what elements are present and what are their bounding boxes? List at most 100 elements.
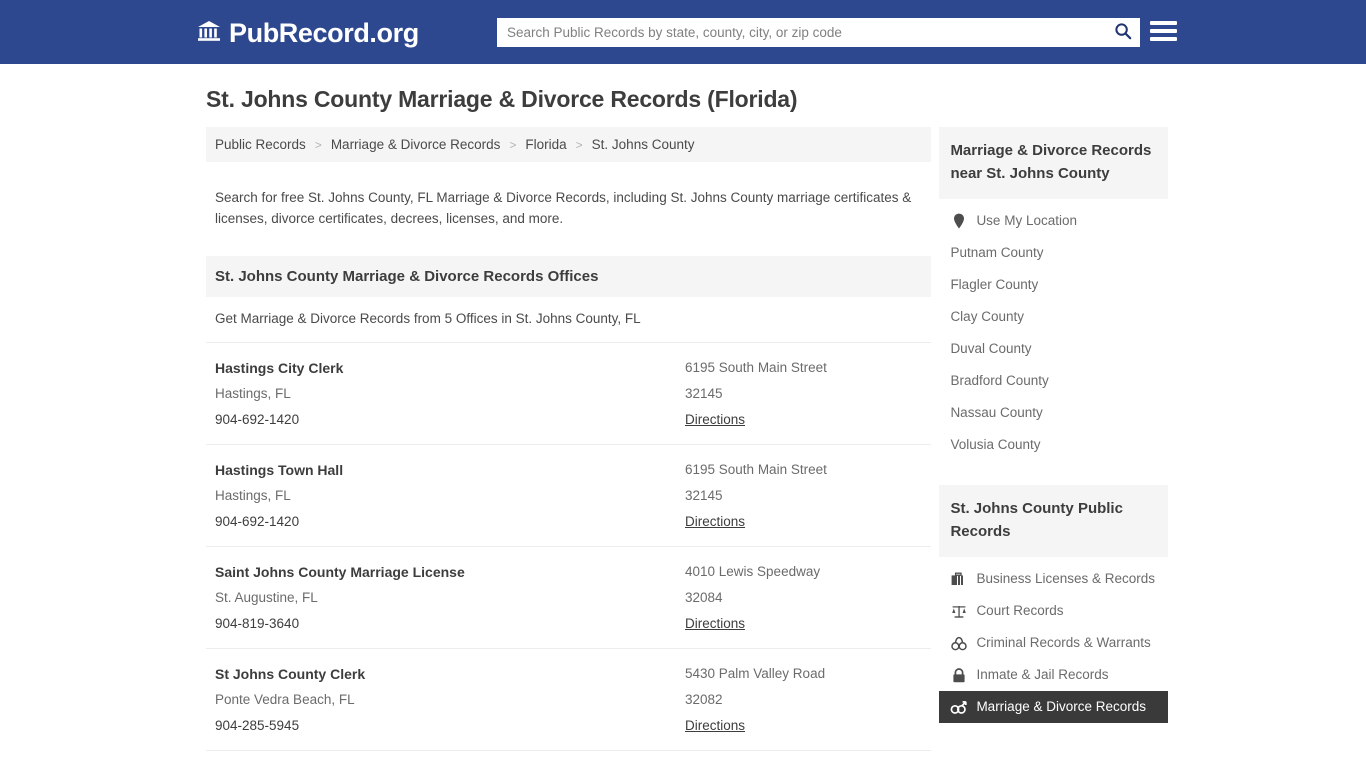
sidebar-item-label: Use My Location [976,213,1077,228]
office-name: St Johns County Clerk of Court [215,763,685,768]
office-info: Saint Johns County Marriage License St. … [215,559,685,637]
sidebar-item-volusia-county[interactable]: Volusia County [939,429,1168,461]
sidebar-item-bradford-county[interactable]: Bradford County [939,365,1168,397]
office-info: St Johns County Clerk of Court St. Augus… [215,763,685,768]
office-info: Hastings Town Hall Hastings, FL 904-692-… [215,457,685,535]
sidebar-public-records-list: Business Licenses & Records Court Record… [939,557,1168,731]
office-info: St Johns County Clerk Ponte Vedra Beach,… [215,661,685,739]
sidebar-item-inmate-jail-records[interactable]: Inmate & Jail Records [939,659,1168,691]
office-street: 6195 South Main Street [685,360,827,375]
handcuffs-icon [950,635,967,652]
sidebar-item-label: Bradford County [950,373,1049,388]
sidebar-item-use-my-location[interactable]: Use My Location [939,205,1168,237]
site-logo[interactable]: PubRecord.org [196,18,419,49]
sidebar: Marriage & Divorce Records near St. John… [939,127,1168,731]
search-input[interactable] [497,19,1106,46]
office-info: Hastings City Clerk Hastings, FL 904-692… [215,355,685,433]
directions-link[interactable]: Directions [685,611,745,637]
offices-section-subheading: Get Marriage & Divorce Records from 5 Of… [215,311,641,326]
breadcrumb-separator: > [314,137,322,152]
breadcrumb-item-st-johns-county[interactable]: St. Johns County [592,137,695,152]
sidebar-nearby-heading: Marriage & Divorce Records near St. John… [939,127,1168,199]
office-city: Ponte Vedra Beach, FL [215,692,355,707]
sidebar-nearby-list: Use My Location Putnam County Flagler Co… [939,199,1168,469]
bank-building-icon [196,18,222,49]
office-street: 6195 South Main Street [685,462,827,477]
office-zip: 32145 [685,386,723,401]
sidebar-item-nassau-county[interactable]: Nassau County [939,397,1168,429]
office-phone[interactable]: 904-692-1420 [215,509,685,535]
sidebar-item-clay-county[interactable]: Clay County [939,301,1168,333]
sidebar-item-label: Clay County [950,309,1024,324]
office-row: St Johns County Clerk Ponte Vedra Beach,… [206,648,932,750]
sidebar-item-criminal-records[interactable]: Criminal Records & Warrants [939,627,1168,659]
directions-link[interactable]: Directions [685,713,745,739]
site-header: PubRecord.org [0,0,1366,64]
office-zip: 32082 [685,692,723,707]
office-row: Hastings City Clerk Hastings, FL 904-692… [206,342,932,444]
search-button[interactable] [1106,18,1140,47]
sidebar-item-label: Nassau County [950,405,1043,420]
office-address: 4010 Lewis Speedway 32084 Directions [685,763,922,768]
office-zip: 32145 [685,488,723,503]
sidebar-item-label: Duval County [950,341,1032,356]
map-pin-icon [950,213,967,230]
office-row: Saint Johns County Marriage License St. … [206,546,932,648]
sidebar-public-records-heading: St. Johns County Public Records [939,485,1168,557]
office-phone[interactable]: 904-692-1420 [215,407,685,433]
breadcrumb-separator: > [509,137,517,152]
lock-icon [950,667,967,684]
scales-icon [950,603,967,620]
search-icon [1114,22,1132,43]
intro-description: Search for free St. Johns County, FL Mar… [215,189,912,226]
office-city: Hastings, FL [215,386,291,401]
office-row: Hastings Town Hall Hastings, FL 904-692-… [206,444,932,546]
office-phone[interactable]: 904-285-5945 [215,713,685,739]
breadcrumb: Public Records > Marriage & Divorce Reco… [206,127,932,162]
sidebar-item-label: Flagler County [950,277,1039,292]
page-body: St. Johns County Marriage & Divorce Reco… [0,64,1366,768]
sidebar-item-label: Business Licenses & Records [976,571,1156,586]
search-bar [497,18,1140,47]
office-phone[interactable]: 904-819-3640 [215,611,685,637]
sidebar-item-label: Volusia County [950,437,1041,452]
office-street: 4010 Lewis Speedway [685,763,922,768]
site-logo-text: PubRecord.org [229,18,419,48]
office-zip: 32084 [685,590,723,605]
sidebar-item-putnam-county[interactable]: Putnam County [939,237,1168,269]
office-city: St. Augustine, FL [215,590,318,605]
sidebar-item-duval-county[interactable]: Duval County [939,333,1168,365]
breadcrumb-item-florida[interactable]: Florida [525,137,566,152]
gender-symbols-icon [950,699,968,716]
main-content: Public Records > Marriage & Divorce Reco… [206,127,932,768]
breadcrumb-item-public-records[interactable]: Public Records [215,137,306,152]
hamburger-menu-icon[interactable] [1150,19,1177,43]
directions-link[interactable]: Directions [685,509,745,535]
briefcase-icon [950,571,967,588]
office-row: St Johns County Clerk of Court St. Augus… [206,750,932,768]
sidebar-item-label: Putnam County [950,245,1044,260]
sidebar-item-label: Criminal Records & Warrants [976,635,1151,650]
office-address: 5430 Palm Valley Road 32082 Directions [685,661,922,739]
sidebar-item-label: Court Records [976,603,1064,618]
sidebar-item-marriage-divorce-records[interactable]: Marriage & Divorce Records [939,691,1168,723]
breadcrumb-separator: > [575,137,583,152]
page-title: St. Johns County Marriage & Divorce Reco… [206,86,798,112]
office-street: 4010 Lewis Speedway [685,564,821,579]
office-street: 5430 Palm Valley Road [685,666,826,681]
sidebar-item-label: Marriage & Divorce Records [976,699,1146,714]
sidebar-item-business-licenses[interactable]: Business Licenses & Records [939,563,1168,595]
sidebar-item-label: Inmate & Jail Records [976,667,1109,682]
office-name: Hastings Town Hall [215,462,344,478]
sidebar-item-court-records[interactable]: Court Records [939,595,1168,627]
office-name: St Johns County Clerk [215,666,366,682]
office-address: 6195 South Main Street 32145 Directions [685,457,922,535]
office-name: Saint Johns County Marriage License [215,564,465,580]
offices-section-heading: St. Johns County Marriage & Divorce Reco… [206,256,932,297]
breadcrumb-item-marriage-divorce-records[interactable]: Marriage & Divorce Records [331,137,501,152]
directions-link[interactable]: Directions [685,407,745,433]
office-address: 4010 Lewis Speedway 32084 Directions [685,559,922,637]
sidebar-item-flagler-county[interactable]: Flagler County [939,269,1168,301]
office-city: Hastings, FL [215,488,291,503]
